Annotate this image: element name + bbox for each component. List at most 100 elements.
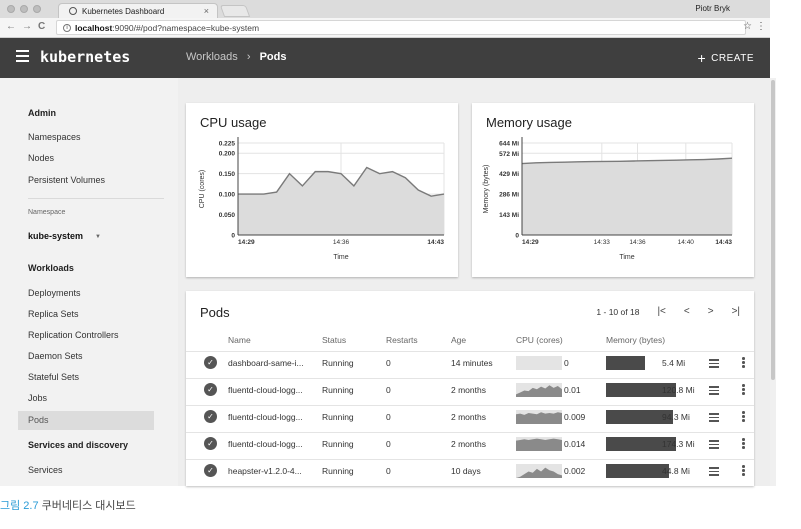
logs-icon[interactable]: [709, 440, 719, 449]
pod-cpu: 0.002: [564, 466, 586, 476]
chart-y-tick-label: 286 Mi: [499, 192, 519, 199]
pod-memory: 5.4 Mi: [662, 358, 686, 368]
tab-close-icon[interactable]: ×: [204, 6, 209, 16]
logs-icon[interactable]: [709, 386, 719, 395]
browser-profile-name[interactable]: Piotr Bryk: [695, 4, 730, 13]
sidebar-item-namespaces[interactable]: Namespaces: [28, 128, 81, 147]
next-page-icon[interactable]: >: [708, 306, 714, 317]
sidebar-item-replication-controllers[interactable]: Replication Controllers: [28, 326, 119, 345]
sidebar-item-jobs[interactable]: Jobs: [28, 389, 47, 408]
hamburger-menu-icon[interactable]: [16, 50, 29, 62]
table-row[interactable]: ✓ heapster-v1.2.0-4... Running 0 10 days…: [186, 459, 754, 482]
sidebar-item-services[interactable]: Services: [28, 461, 63, 480]
pod-name-link[interactable]: fluentd-cloud-logg...: [228, 439, 303, 449]
logs-icon[interactable]: [709, 467, 719, 476]
table-header: Name Status Restarts Age CPU (cores) Mem…: [186, 335, 754, 349]
chart-y-tick-label: 0.100: [219, 192, 236, 199]
chart-x-tick-label: 14:36: [629, 239, 646, 246]
sidebar-section-workloads[interactable]: Workloads: [28, 263, 74, 273]
app-brand[interactable]: kubernetes: [40, 48, 130, 66]
sidebar-item-pods[interactable]: Pods: [18, 411, 154, 430]
scrollbar-thumb[interactable]: [771, 80, 775, 380]
plus-icon: +: [697, 50, 707, 66]
bookmark-star-icon[interactable]: ☆: [743, 21, 752, 32]
chart-x-tick-label: 14:43: [427, 239, 444, 246]
cpu-usage-chart: 0 0.050 0.100 0.150 0.200 0.225 14:29 14:36 14:4…: [199, 137, 445, 261]
figure-caption-text: 쿠버네티스 대시보드: [41, 500, 136, 512]
window-minimize-dot[interactable]: [20, 5, 28, 13]
more-vert-icon[interactable]: [742, 438, 746, 450]
column-status: Status: [322, 335, 347, 345]
forward-arrow-icon[interactable]: →: [22, 21, 32, 32]
chart-y-tick-label: 0.225: [219, 141, 236, 148]
reload-icon[interactable]: C: [38, 21, 45, 32]
sidebar-item-replica-sets[interactable]: Replica Sets: [28, 305, 79, 324]
pod-status: Running: [322, 358, 354, 368]
back-arrow-icon[interactable]: ←: [6, 21, 16, 32]
sidebar-section-services[interactable]: Services and discovery: [28, 440, 128, 450]
more-vert-icon[interactable]: [742, 357, 746, 369]
window-close-dot[interactable]: [7, 5, 15, 13]
namespace-select[interactable]: kube-system ▼: [28, 231, 101, 241]
pod-name-link[interactable]: fluentd-cloud-logg...: [228, 385, 303, 395]
pod-age: 2 months: [451, 412, 486, 422]
browser-tab[interactable]: Kubernetes Dashboard ×: [58, 3, 218, 18]
pods-card-title: Pods: [200, 305, 230, 320]
logs-icon[interactable]: [709, 413, 719, 422]
chart-x-axis-label: Time: [619, 254, 634, 261]
sidebar-item-nodes[interactable]: Nodes: [28, 149, 54, 168]
chart-y-tick-label: 644 Mi: [499, 141, 519, 148]
sidebar-item-deployments[interactable]: Deployments: [28, 284, 81, 303]
pod-cpu: 0.014: [564, 439, 586, 449]
pod-name-link[interactable]: dashboard-same-i...: [228, 358, 304, 368]
sidebar-item-persistent-volumes[interactable]: Persistent Volumes: [28, 171, 105, 190]
chart-y-tick-label: 0.200: [219, 151, 236, 158]
create-button[interactable]: + CREATE: [697, 50, 754, 66]
browser-menu-icon[interactable]: ⋮: [756, 21, 766, 32]
first-page-icon[interactable]: |<: [657, 306, 665, 317]
memory-usage-card: Memory usage 0 143 Mi 286 Mi 429 Mi 572 Mi 64…: [472, 103, 754, 277]
address-bar[interactable]: i localhost :9090/#/pod?namespace=kube-s…: [56, 20, 746, 35]
create-label: CREATE: [711, 53, 754, 64]
url-path: :9090/#/pod?namespace=kube-system: [112, 22, 260, 33]
pod-name-link[interactable]: heapster-v1.2.0-4...: [228, 466, 302, 476]
site-info-icon[interactable]: i: [63, 23, 71, 32]
chart-x-axis-label: Time: [333, 254, 348, 261]
sidebar-item-stateful-sets[interactable]: Stateful Sets: [28, 368, 79, 387]
pod-status: Running: [322, 412, 354, 422]
breadcrumb-workloads[interactable]: Workloads: [186, 51, 238, 63]
figure-caption-label: 그림 2.7: [0, 500, 39, 512]
figure-caption: 그림 2.7 쿠버네티스 대시보드: [0, 497, 136, 513]
chart-area-fill: [238, 167, 444, 235]
browser-toolbar: ← → C i localhost :9090/#/pod?namespace=…: [0, 18, 770, 38]
table-row[interactable]: ✓ dashboard-same-i... Running 0 14 minut…: [186, 351, 754, 374]
pod-restarts: 0: [386, 412, 391, 422]
status-check-icon: ✓: [204, 437, 217, 450]
table-row[interactable]: ✓ fluentd-cloud-logg... Running 0 2 mont…: [186, 432, 754, 455]
table-row[interactable]: ✓ fluentd-cloud-logg... Running 0 2 mont…: [186, 378, 754, 401]
sidebar-item-daemon-sets[interactable]: Daemon Sets: [28, 347, 83, 366]
page-scrollbar[interactable]: [770, 78, 776, 486]
window-zoom-dot[interactable]: [33, 5, 41, 13]
chart-y-tick-label: 0.150: [219, 171, 236, 178]
more-vert-icon[interactable]: [742, 465, 746, 477]
new-tab-button[interactable]: [219, 5, 251, 17]
column-age[interactable]: Age: [451, 335, 466, 345]
more-vert-icon[interactable]: [742, 411, 746, 423]
pod-restarts: 0: [386, 358, 391, 368]
pod-age: 10 days: [451, 466, 481, 476]
pod-status: Running: [322, 466, 354, 476]
column-cpu: CPU (cores): [516, 335, 563, 345]
table-row[interactable]: ✓ fluentd-cloud-logg... Running 0 2 mont…: [186, 405, 754, 428]
prev-page-icon[interactable]: <: [684, 306, 690, 317]
last-page-icon[interactable]: >|: [732, 306, 740, 317]
more-vert-icon[interactable]: [742, 384, 746, 396]
chart-x-tick-label: 14:43: [715, 239, 732, 246]
logs-icon[interactable]: [709, 359, 719, 368]
column-name[interactable]: Name: [228, 335, 251, 345]
pod-restarts: 0: [386, 466, 391, 476]
pod-name-link[interactable]: fluentd-cloud-logg...: [228, 412, 303, 422]
memory-bar-fill: [606, 464, 669, 478]
main-content: CPU usage 0 0.050 0.100 0.150 0.200 0.225 14:2…: [178, 78, 770, 486]
dropdown-caret-icon: ▼: [95, 234, 101, 240]
